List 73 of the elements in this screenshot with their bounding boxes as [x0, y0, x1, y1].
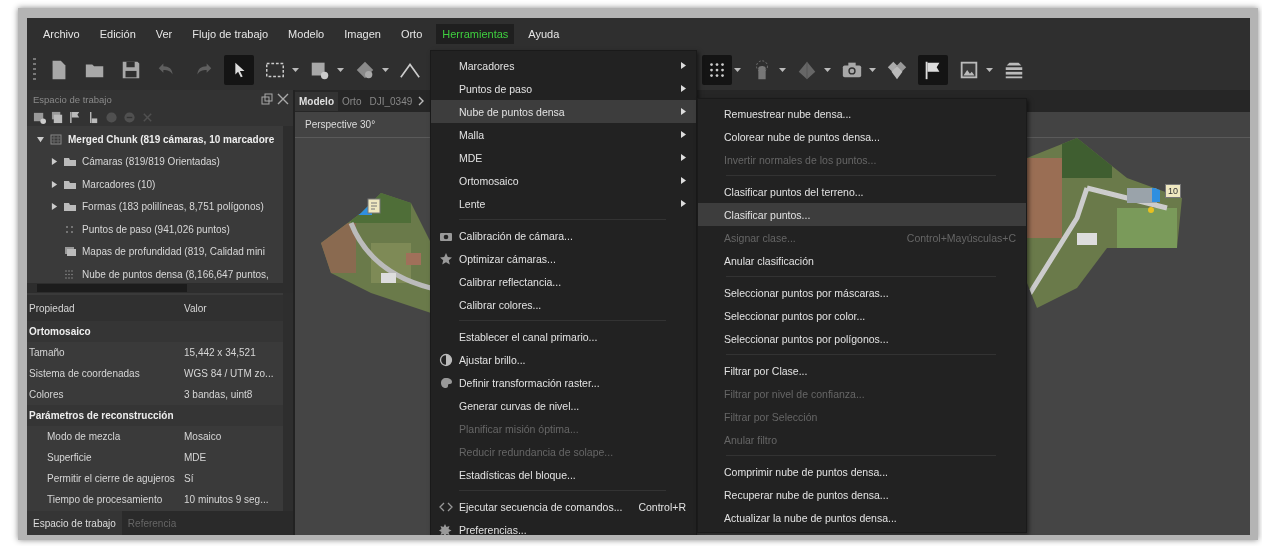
menu-item[interactable]: Definir transformación raster...	[431, 371, 696, 394]
property-name: Modo de mezcla	[46, 431, 122, 442]
tree-item[interactable]: Formas (183 polilíneas, 8,751 polígonos)	[27, 195, 283, 218]
menu-item[interactable]: Ajustar brillo...	[431, 348, 696, 371]
menu-bar-item[interactable]: Archivo	[37, 24, 86, 44]
menu-item[interactable]: Marcadores	[431, 54, 696, 77]
menu-bar-item[interactable]: Imagen	[338, 24, 387, 44]
menu-item[interactable]: Nube de puntos densa	[431, 100, 696, 123]
menu-item[interactable]: Seleccionar puntos por máscaras...	[698, 281, 1026, 304]
menu-bar-item[interactable]: Ver	[149, 24, 179, 44]
menu-item[interactable]: Filtrar por Clase...	[698, 359, 1026, 382]
menu-item[interactable]: Estadísticas del bloque...	[431, 463, 696, 486]
menu-item[interactable]: Clasificar puntos...	[698, 203, 1026, 226]
tree-item[interactable]: Marcadores (10)	[27, 173, 283, 196]
menu-item[interactable]: Colorear nube de puntos densa...	[698, 125, 1026, 148]
menu-bar-item[interactable]: Orto	[394, 24, 429, 44]
property-value: 15,442 x 34,521	[183, 347, 257, 358]
property-name: Superficie	[46, 452, 93, 463]
property-value: 10 minutos 9 seg...	[183, 494, 270, 505]
menu-item[interactable]: Seleccionar puntos por polígonos...	[698, 327, 1026, 350]
column-header: Propiedad	[28, 302, 76, 314]
menu-item[interactable]: Puntos de paso	[431, 77, 696, 100]
menu-bar-item[interactable]: Modelo	[282, 24, 331, 44]
property-name: Sistema de coordenadas	[28, 368, 141, 379]
menu-item[interactable]: Recuperar nube de puntos densa...	[698, 483, 1026, 506]
menu-item[interactable]: Calibración de cámara...	[431, 224, 696, 247]
menu-item[interactable]: Ortomosaico	[431, 169, 696, 192]
menu-item[interactable]: Generar curvas de nivel...	[431, 394, 696, 417]
section-header: Parámetros de reconstrucción	[29, 410, 174, 421]
menu-item[interactable]: Ejecutar secuencia de comandos... Control+R	[431, 495, 696, 518]
menu-bar-item[interactable]: Edición	[93, 24, 142, 44]
menu-item[interactable]: Seleccionar puntos por color...	[698, 304, 1026, 327]
menu-item[interactable]: Lente	[431, 192, 696, 215]
menu-item[interactable]: Malla	[431, 123, 696, 146]
property-name: Permitir el cierre de agujeros	[46, 473, 176, 484]
menu-item[interactable]: Remuestrear nube densa...	[698, 102, 1026, 125]
property-name: Colores	[28, 389, 65, 400]
menu-item[interactable]: Calibrar reflectancia...	[431, 270, 696, 293]
menu-item[interactable]: Optimizar cámaras...	[431, 247, 696, 270]
menu-bar-item[interactable]: Ayuda	[522, 24, 566, 44]
property-value: Mosaico	[183, 431, 223, 442]
panel-tab[interactable]: Espacio de trabajo	[27, 511, 122, 535]
property-value: MDE	[183, 452, 208, 463]
menu-item[interactable]: Clasificar puntos del terreno...	[698, 180, 1026, 203]
menu-item[interactable]: Anular clasificación	[698, 249, 1026, 272]
tree-item[interactable]: Mapas de profundidad (819, Calidad mini	[27, 240, 283, 263]
panel-title: Espacio de trabajo	[33, 93, 112, 105]
view-tab[interactable]: Modelo	[295, 91, 338, 111]
menu-item[interactable]: Actualizar la nube de puntos densa...	[698, 506, 1026, 529]
property-value: WGS 84 / UTM zo...	[183, 368, 275, 379]
tree-item[interactable]: Cámaras (819/819 Orientadas)	[27, 150, 283, 173]
section-header: Ortomosaico	[29, 326, 91, 337]
menu-item[interactable]: MDE	[431, 146, 696, 169]
shortcut-text: Control+R	[638, 500, 686, 513]
view-tab[interactable]: DJI_0349	[365, 91, 417, 111]
menu-item[interactable]: Calibrar colores...	[431, 293, 696, 316]
menu-item[interactable]: Establecer el canal primario...	[431, 325, 696, 348]
menu-item[interactable]: Preferencias...	[431, 518, 696, 535]
tree-item[interactable]: Puntos de paso (941,026 puntos)	[27, 218, 283, 241]
menu-bar-item[interactable]: Flujo de trabajo	[186, 24, 275, 44]
view-tab[interactable]: Orto	[338, 91, 366, 111]
tree-item[interactable]: Nube de puntos densa (8,166,647 puntos,	[27, 263, 283, 283]
property-value: Sí	[183, 473, 195, 484]
property-name: Tiempo de procesamiento	[46, 494, 164, 505]
marker-label: 10	[1165, 184, 1181, 198]
property-value: 3 bandas, uint8	[183, 389, 254, 400]
column-header: Valor	[183, 302, 208, 314]
projection-label: Perspective 30°	[305, 119, 376, 130]
shortcut-text: Control+Mayúsculas+C	[906, 231, 1016, 244]
property-name: Tamaño	[28, 347, 66, 358]
menu-item[interactable]: Comprimir nube de puntos densa...	[698, 460, 1026, 483]
menu-bar-item[interactable]: Herramientas	[436, 24, 515, 44]
tree-item[interactable]: Merged Chunk (819 cámaras, 10 marcadore	[27, 128, 283, 151]
